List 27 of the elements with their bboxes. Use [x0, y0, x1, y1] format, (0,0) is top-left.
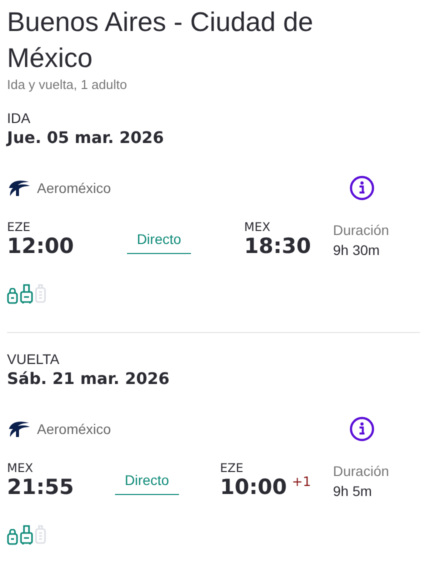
info-icon[interactable]: [349, 416, 375, 442]
departure-time: 12:00: [7, 234, 74, 258]
leg-label: VUELTA: [7, 351, 60, 367]
airport-code: EZE: [220, 462, 244, 475]
duration-label: Duración: [333, 222, 390, 238]
arrival-time: 18:30: [244, 234, 311, 258]
airport-code: MEX: [7, 462, 34, 475]
info-icon[interactable]: [349, 175, 375, 201]
airline-name: Aeroméxico: [37, 421, 112, 437]
duration-label: Duración: [333, 463, 390, 479]
leg-label: IDA: [7, 110, 32, 126]
eagle-logo-icon: [7, 420, 31, 438]
airline-name: Aeroméxico: [37, 180, 112, 196]
arrival-time: 10:00: [220, 475, 287, 499]
stops-label: Directo: [126, 231, 192, 254]
leg-date: Jue. 05 mar. 2026: [7, 128, 165, 147]
duration-value: 9h 30m: [333, 242, 381, 258]
airport-code: MEX: [244, 221, 272, 234]
day-offset: +1: [292, 475, 311, 490]
leg-date: Sáb. 21 mar. 2026: [7, 369, 171, 388]
trip-summary: Ida y vuelta, 1 adulto: [7, 77, 128, 92]
airport-code: EZE: [7, 221, 32, 234]
departure-time: 21:55: [7, 475, 74, 499]
duration-value: 9h 5m: [333, 483, 373, 499]
route-title: Buenos Aires - Ciudad de México: [7, 6, 314, 75]
stops-label: Directo: [114, 472, 180, 495]
eagle-logo-icon: [7, 179, 31, 197]
